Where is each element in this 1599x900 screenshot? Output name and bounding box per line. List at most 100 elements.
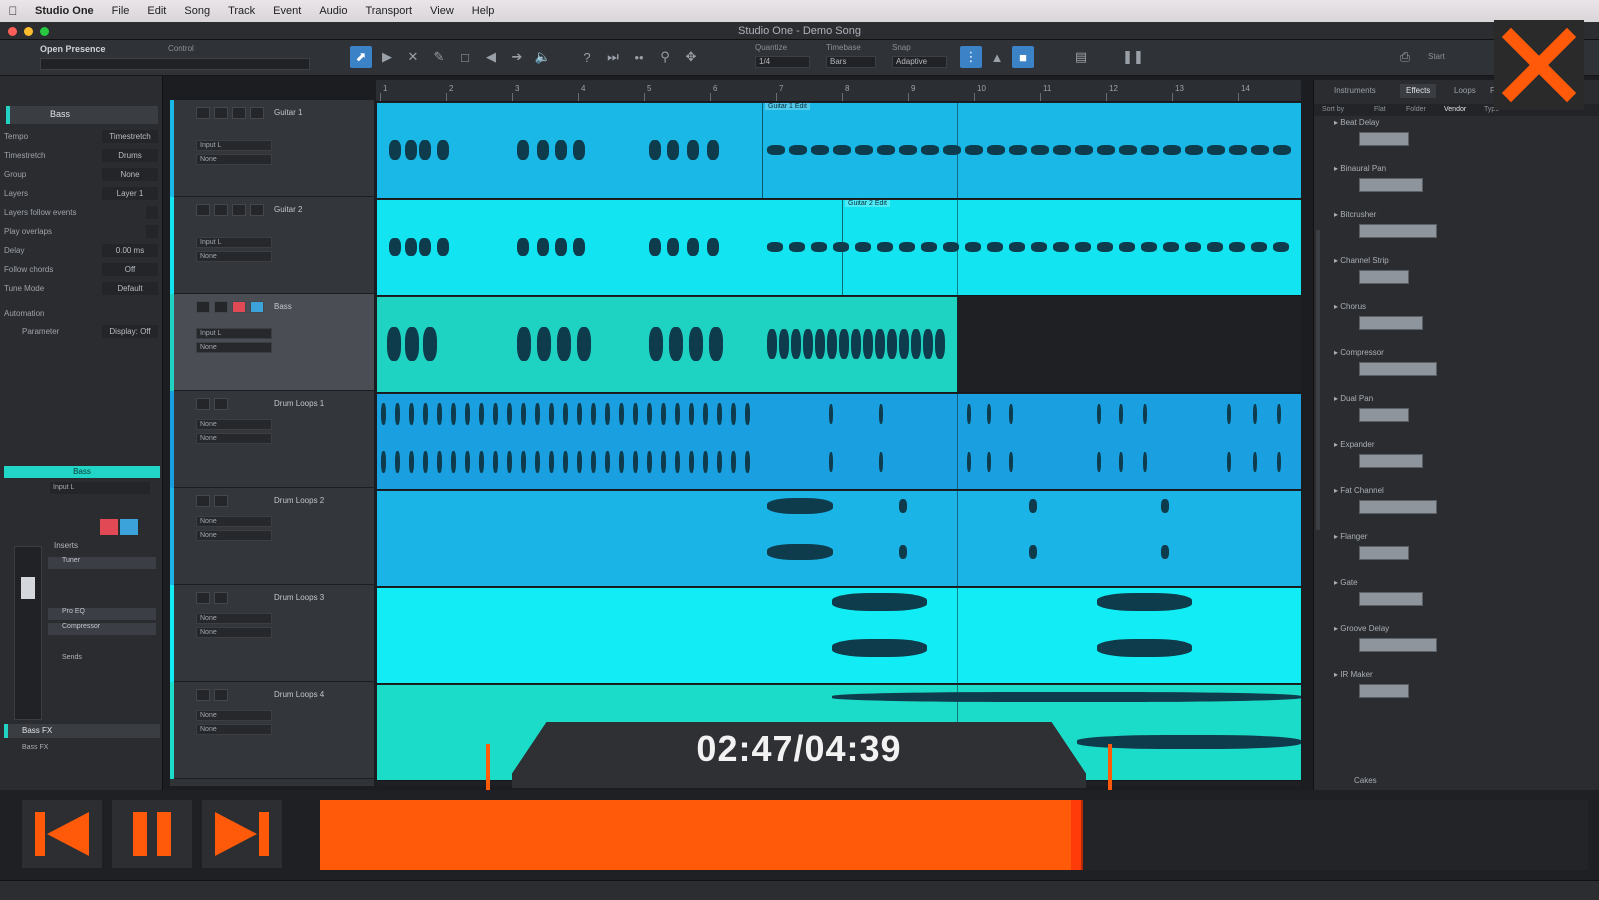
effect-thumbnail[interactable] — [1359, 224, 1437, 238]
inspector-value[interactable]: Default — [102, 282, 158, 295]
menu-audio[interactable]: Audio — [310, 5, 356, 17]
effect-item[interactable]: ▸ Channel Strip — [1334, 256, 1389, 265]
effect-item[interactable]: ▸ Fat Channel — [1334, 486, 1384, 495]
inspector-value[interactable]: Layer 1 — [102, 187, 158, 200]
track-name[interactable]: Drum Loops 3 — [274, 593, 324, 602]
arrange-view[interactable]: Guitar 1 Edit Guitar 2 Edit — [377, 102, 1301, 786]
auto-scroll-icon[interactable]: •• — [628, 46, 650, 68]
track-input[interactable]: None — [196, 613, 272, 624]
printer-icon[interactable]: ⎙ — [1394, 46, 1416, 68]
track-header-selected[interactable]: Bass Input L None — [170, 294, 374, 391]
browser-footer-label[interactable]: Cakes — [1354, 776, 1377, 785]
start-label[interactable]: Start — [1428, 52, 1445, 61]
effect-thumbnail[interactable] — [1359, 408, 1409, 422]
insert-item[interactable]: Compressor — [48, 623, 156, 635]
channel-input[interactable]: Input L — [50, 482, 150, 494]
solo-button[interactable] — [214, 495, 228, 507]
effect-item[interactable]: ▸ Expander — [1334, 440, 1374, 449]
track-name[interactable]: Guitar 2 — [274, 205, 302, 214]
snap-toggle-icon[interactable]: ⋮ — [960, 46, 982, 68]
browser-scrollbar[interactable] — [1316, 230, 1320, 530]
close-overlay-button[interactable] — [1494, 20, 1584, 110]
track-output[interactable]: None — [196, 627, 272, 638]
inspector-track-header[interactable]: Bass — [6, 106, 158, 124]
effect-item[interactable]: ▸ Flanger — [1334, 532, 1367, 541]
solo-button[interactable] — [214, 398, 228, 410]
mix-view-icon[interactable]: ▤ — [1070, 46, 1092, 68]
track-input[interactable]: None — [196, 516, 272, 527]
skip-forward-button[interactable] — [202, 800, 282, 868]
preset-selector[interactable] — [40, 58, 310, 70]
split-tool-icon[interactable]: ✕ — [402, 46, 424, 68]
apple-icon[interactable]:  — [0, 4, 26, 18]
effect-item[interactable]: ▸ Chorus — [1334, 302, 1366, 311]
record-button[interactable] — [232, 301, 246, 313]
track-header[interactable]: Drum Loops 3 None None — [170, 585, 374, 682]
record-button[interactable] — [232, 204, 246, 216]
metronome-icon[interactable]: ▲ — [986, 46, 1008, 68]
pause-toolbar-icon[interactable]: ❚❚ — [1122, 46, 1144, 68]
inspector-value[interactable]: Display: Off — [102, 325, 158, 338]
paint-tool-icon[interactable]: □ — [454, 46, 476, 68]
track-input[interactable]: Input L — [196, 237, 272, 248]
effect-thumbnail[interactable] — [1359, 316, 1423, 330]
effect-item[interactable]: ▸ Groove Delay — [1334, 624, 1389, 633]
effect-thumbnail[interactable] — [1359, 684, 1409, 698]
effect-item[interactable]: ▸ IR Maker — [1334, 670, 1373, 679]
snap-icon[interactable]: ✥ — [680, 46, 702, 68]
menu-song[interactable]: Song — [175, 5, 219, 17]
effect-item[interactable]: ▸ Binaural Pan — [1334, 164, 1386, 173]
record-arm-button[interactable] — [100, 519, 118, 535]
menu-app-name[interactable]: Studio One — [26, 5, 103, 17]
track-lane[interactable] — [377, 393, 1301, 490]
mute-button[interactable] — [196, 592, 210, 604]
track-input[interactable]: Input L — [196, 140, 272, 151]
insert-item[interactable]: Tuner — [48, 557, 156, 569]
track-name[interactable]: Drum Loops 1 — [274, 399, 324, 408]
timebase-select[interactable]: Bars — [826, 56, 876, 68]
record-button[interactable] — [232, 107, 246, 119]
track-input[interactable]: Input L — [196, 328, 272, 339]
listen-tool-icon[interactable]: 🔈 — [532, 46, 554, 68]
playhead-cursor[interactable] — [957, 102, 958, 786]
track-header[interactable]: Drum Loops 1 None None — [170, 391, 374, 488]
track-header[interactable]: Drum Loops 2 None None — [170, 488, 374, 585]
track-name[interactable]: Bass — [274, 302, 292, 311]
monitor-button[interactable] — [120, 519, 138, 535]
track-output[interactable]: None — [196, 342, 272, 353]
mute-button[interactable] — [196, 301, 210, 313]
track-name[interactable]: Guitar 1 — [274, 108, 302, 117]
sort-vendor[interactable]: Vendor — [1444, 106, 1466, 113]
inspector-checkbox[interactable] — [146, 225, 158, 238]
snap-select[interactable]: Adaptive — [892, 56, 947, 68]
menu-file[interactable]: File — [103, 5, 139, 17]
effect-thumbnail[interactable] — [1359, 638, 1437, 652]
track-input[interactable]: None — [196, 419, 272, 430]
mute-button[interactable] — [196, 689, 210, 701]
effect-thumbnail[interactable] — [1359, 362, 1437, 376]
timeline-ruler[interactable]: 1 2 3 4 5 6 7 8 9 10 11 12 13 14 — [376, 80, 1301, 102]
audio-event[interactable] — [377, 103, 762, 198]
menu-event[interactable]: Event — [264, 5, 310, 17]
inspector-value[interactable]: Timestretch — [102, 130, 158, 143]
monitor-button[interactable] — [250, 107, 264, 119]
track-header[interactable]: Guitar 2 Input L None — [170, 197, 374, 294]
track-input[interactable]: None — [196, 710, 272, 721]
fader-handle[interactable] — [21, 577, 35, 599]
range-tool-icon[interactable]: ▶ — [376, 46, 398, 68]
sort-flat[interactable]: Flat — [1374, 106, 1386, 113]
arrow-tool-icon[interactable]: ⬈ — [350, 46, 372, 68]
effect-thumbnail[interactable] — [1359, 178, 1423, 192]
insert-item[interactable]: Pro EQ — [48, 608, 156, 620]
track-name[interactable]: Drum Loops 2 — [274, 496, 324, 505]
effect-thumbnail[interactable] — [1359, 500, 1437, 514]
tab-instruments[interactable]: Instruments — [1328, 84, 1382, 98]
menu-view[interactable]: View — [421, 5, 463, 17]
inspector-value[interactable]: 0.00 ms — [102, 244, 158, 257]
audio-event[interactable] — [377, 394, 1301, 489]
bend-tool-icon[interactable]: ➔ — [506, 46, 528, 68]
menu-transport[interactable]: Transport — [356, 5, 421, 17]
mute-button[interactable] — [196, 204, 210, 216]
tab-effects[interactable]: Effects — [1400, 84, 1437, 98]
progress-bar[interactable] — [320, 800, 1588, 870]
